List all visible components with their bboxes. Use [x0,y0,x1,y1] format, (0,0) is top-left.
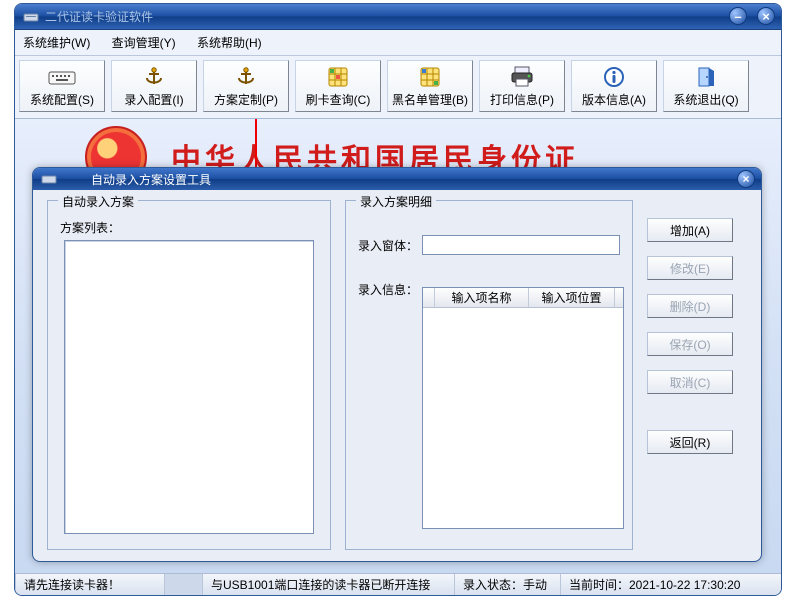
toolbar-label: 方案定制(P) [214,91,278,108]
window-label: 录入窗体： [358,237,418,254]
menu-help[interactable]: 系统帮助(H) [197,36,262,50]
col-item-name[interactable]: 输入项名称 [435,288,529,307]
toolbar-plan[interactable]: 方案定制(P) [203,60,289,112]
cancel-button[interactable]: 取消(C) [647,370,733,394]
status-time: 当前时间：2021-10-22 17:30:20 [561,574,781,595]
dialog-title-bar: 自动录入方案设置工具 × [33,168,761,190]
status-connect: 请先连接读卡器！ [15,574,165,595]
toolbar-cardquery[interactable]: 刷卡查询(C) [295,60,381,112]
info-label: 录入信息： [358,279,418,298]
toolbar-label: 系统配置(S) [30,91,94,108]
toolbar-sysconfig[interactable]: 系统配置(S) [19,60,105,112]
plan-list[interactable] [64,240,314,534]
toolbar: 系统配置(S) 录入配置(I) 方案定制(P) 刷卡查询(C) 黑名单管理(B) [15,56,781,119]
info-icon [603,65,625,89]
close-button[interactable]: × [757,7,775,25]
delete-button[interactable]: 删除(D) [647,294,733,318]
toolbar-label: 系统退出(Q) [673,91,738,108]
status-usb: 与USB1001端口连接的读卡器已断开连接 [203,574,455,595]
info-table-header: 输入项名称 输入项位置 [423,288,623,308]
dialog-title: 自动录入方案设置工具 [91,171,211,188]
title-bar: 二代证读卡验证软件 – × [15,4,781,30]
plan-list-label: 方案列表： [60,219,318,236]
col-gutter [423,288,435,307]
window-field-row: 录入窗体： [358,235,620,255]
door-icon [695,65,717,89]
printer-icon [510,65,534,89]
add-button[interactable]: 增加(A) [647,218,733,242]
back-button[interactable]: 返回(R) [647,430,733,454]
toolbar-inputconfig[interactable]: 录入配置(I) [111,60,197,112]
group-plan-detail: 录入方案明细 录入窗体： 录入信息： 输入项名称 输入项位置 [345,200,633,550]
toolbar-print[interactable]: 打印信息(P) [479,60,565,112]
col-extra [615,288,623,307]
toolbar-label: 刷卡查询(C) [306,91,371,108]
group-legend: 录入方案明细 [356,193,436,210]
menu-bar: 系统维护(W) 查询管理(Y) 系统帮助(H) [15,30,781,56]
toolbar-version[interactable]: 版本信息(A) [571,60,657,112]
group-legend: 自动录入方案 [58,193,138,210]
info-field-row: 录入信息： 输入项名称 输入项位置 [358,279,620,529]
save-button[interactable]: 保存(O) [647,332,733,356]
dialog-icon [41,171,57,187]
menu-query[interactable]: 查询管理(Y) [112,36,176,50]
anchor-icon [235,65,257,89]
toolbar-label: 版本信息(A) [582,91,646,108]
plan-settings-dialog: 自动录入方案设置工具 × 自动录入方案 方案列表： 录入方案明细 录入窗体： 录… [32,167,762,562]
dialog-close-button[interactable]: × [737,170,755,188]
status-spacer [165,574,203,595]
toolbar-blacklist[interactable]: 黑名单管理(B) [387,60,473,112]
menu-maintain[interactable]: 系统维护(W) [23,36,90,50]
keyboard-icon [48,65,76,89]
minimize-button[interactable]: – [729,7,747,25]
window-controls: – × [729,7,775,25]
status-bar: 请先连接读卡器！ 与USB1001端口连接的读卡器已断开连接 录入状态：手动 当… [15,573,781,595]
dialog-button-column: 增加(A) 修改(E) 删除(D) 保存(O) 取消(C) 返回(R) [647,200,737,551]
toolbar-exit[interactable]: 系统退出(Q) [663,60,749,112]
dialog-body: 自动录入方案 方案列表： 录入方案明细 录入窗体： 录入信息： 输入项名称 输入… [33,190,761,561]
info-table[interactable]: 输入项名称 输入项位置 [422,287,624,529]
edit-button[interactable]: 修改(E) [647,256,733,280]
group-auto-plan: 自动录入方案 方案列表： [47,200,331,550]
grid-icon [327,65,349,89]
status-mode: 录入状态：手动 [455,574,561,595]
anchor-icon [143,65,165,89]
col-item-pos[interactable]: 输入项位置 [529,288,615,307]
app-icon [23,9,39,25]
toolbar-label: 黑名单管理(B) [392,91,468,108]
toolbar-label: 打印信息(P) [490,91,554,108]
toolbar-label: 录入配置(I) [124,91,183,108]
info-table-body [423,308,623,528]
grid2-icon [419,65,441,89]
window-input[interactable] [422,235,620,255]
app-title: 二代证读卡验证软件 [45,8,153,25]
